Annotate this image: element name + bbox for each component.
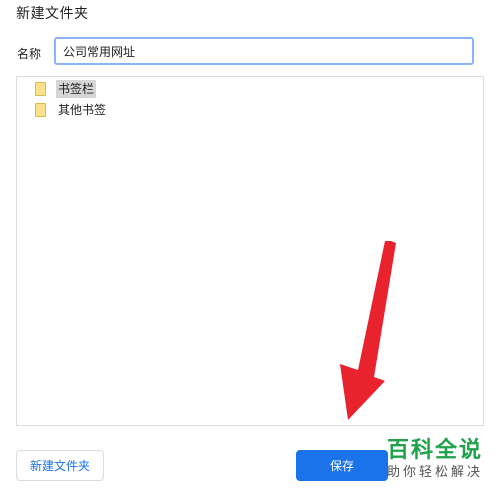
tree-item-other-bookmarks[interactable]: 其他书签 — [35, 101, 108, 119]
watermark-subtitle: 助你轻松解决 — [386, 465, 483, 480]
folder-name-input[interactable] — [54, 37, 474, 65]
name-label: 名称 — [17, 47, 42, 61]
folder-icon — [35, 103, 46, 117]
new-folder-button[interactable]: 新建文件夹 — [16, 450, 104, 481]
save-button[interactable]: 保存 — [296, 450, 388, 481]
bookmark-folder-tree: 书签栏 其他书签 — [16, 76, 484, 426]
folder-icon — [35, 82, 46, 96]
watermark-logo: 百科全说 助你轻松解决 — [376, 438, 494, 482]
watermark-title: 百科全说 — [386, 438, 483, 463]
tree-item-bookmarks-bar[interactable]: 书签栏 — [35, 80, 97, 98]
tree-item-label: 书签栏 — [56, 80, 97, 98]
new-folder-dialog: 新建文件夹 名称 书签栏 其他书签 新建文件夹 保存 — [0, 0, 500, 498]
dialog-title: 新建文件夹 — [16, 6, 89, 22]
tree-item-label: 其他书签 — [58, 103, 107, 117]
